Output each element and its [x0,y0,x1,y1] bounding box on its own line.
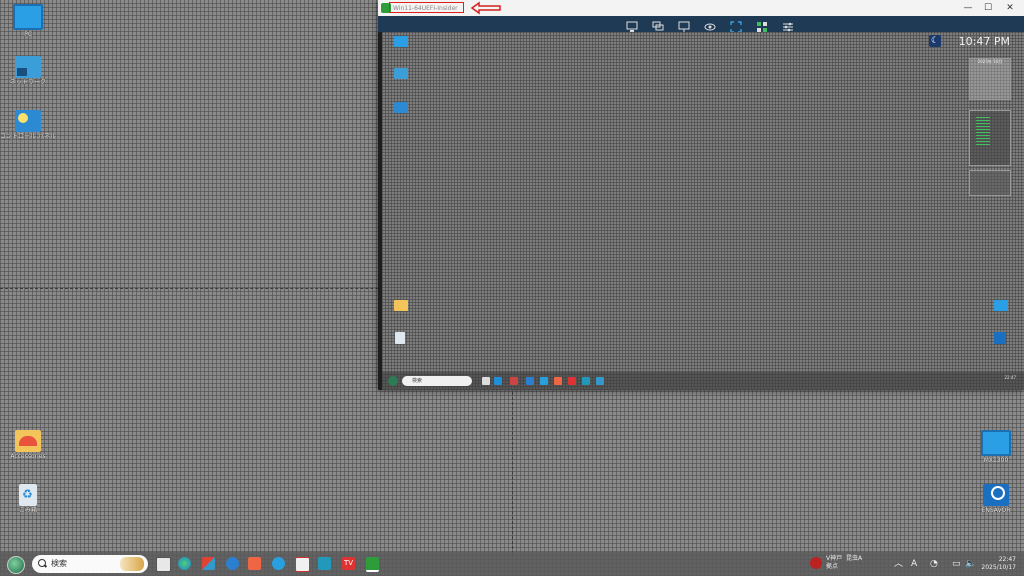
vm-guest-desktop[interactable]: ☾ 10:47 PM 2025年 10月 検索 22:47 [382,32,1024,390]
vm-toolbar [378,16,1024,33]
search-icon [38,559,46,567]
taskbar-clock[interactable]: 22:47 2025/10/17 [981,556,1016,572]
guest-app-icon[interactable] [568,377,576,385]
app-blue-circle-icon[interactable] [226,557,239,570]
guest-app-icon[interactable] [596,377,604,385]
ime-line1: V神戸 [826,555,843,562]
app-cyan-icon[interactable] [272,557,285,570]
guest-taskbar-clock: 22:47 [1004,375,1016,380]
calendar-widget[interactable]: 2025年 10月 [969,58,1011,100]
vm-app-taskbar-icon[interactable] [366,557,379,572]
calendar-title: 2025年 10月 [977,59,1003,64]
fullscreen-icon[interactable] [730,18,742,33]
settings-sliders-icon[interactable] [782,18,794,32]
desktop-icon-accessories[interactable]: Accessories [0,430,56,461]
ime-line2: 拠点 [826,563,839,570]
performance-widget [969,110,1011,166]
app-network-icon[interactable] [318,557,331,570]
app-tv-icon[interactable]: TV [342,557,355,570]
desktop-icon-label: ネットワーク [9,79,46,86]
vm-window-title: Win11-64UEFI-Insider [389,2,464,13]
desktop-icon-network[interactable]: ネットワーク [0,56,56,87]
guest-search-shortcut-icon[interactable] [994,332,1006,344]
desktop-icon-label: ENSAVOR [981,507,1011,514]
guest-network-icon[interactable] [394,68,408,79]
guest-control-panel-icon[interactable] [394,102,408,113]
guest-recycle-bin-icon[interactable] [395,332,405,344]
start-button[interactable] [7,556,25,574]
guest-app-icon[interactable] [540,377,548,385]
search-computer-shortcut-icon [983,484,1009,506]
network-icon [15,56,41,78]
guest-monitor-shortcut-icon[interactable] [994,300,1008,311]
chevron-up-icon[interactable]: ︿ [894,557,903,571]
desktop-icon-label: Accessories [10,453,46,460]
cpu-meter [976,115,990,145]
coherence-icon[interactable] [756,18,768,32]
guest-app-icon[interactable] [582,377,590,385]
folder-icon [15,430,41,452]
guest-edge-icon[interactable] [494,377,502,385]
guest-taskbar-time: 22:47 [1004,375,1016,380]
display-icon[interactable] [678,18,690,32]
monitor-shortcut-icon [981,430,1011,456]
ime-line3: 昆虫A [845,555,863,562]
volume-widget[interactable] [969,170,1011,196]
guest-taskview-icon[interactable] [482,377,490,385]
edge-icon[interactable] [178,557,191,570]
recycle-bin-icon [19,484,37,506]
desktop-icon-label: ごみ箱 [18,507,37,514]
volume-icon[interactable]: 🔈 [965,557,976,571]
control-panel-icon [15,110,41,132]
vm-titlebar[interactable]: Win11-64UEFI-Insider — ☐ ✕ [378,0,1024,16]
desktop-icon-label: コントロール パネル [0,133,56,140]
close-button[interactable]: ✕ [996,0,1024,16]
vm-window[interactable]: Win11-64UEFI-Insider — ☐ ✕ ☾ 10:47 PM 20… [378,0,1024,390]
ime-mode-icon[interactable]: ◔ [930,557,938,571]
guest-app-icon[interactable] [526,377,534,385]
desktop-icon-label: MX1300 [983,457,1009,464]
guest-start-button[interactable] [388,376,398,386]
weather-icon[interactable] [810,557,822,569]
guest-app-icon[interactable] [554,377,562,385]
guest-folder-icon[interactable] [394,300,408,311]
desktop-icon-ensavor[interactable]: ENSAVOR [968,484,1024,515]
display-divider-vertical [512,392,513,554]
task-view-icon[interactable] [156,557,171,572]
search-placeholder: 検索 [51,559,67,568]
search-highlight-icon [120,557,144,571]
moon-icon: ☾ [929,35,941,47]
ime-status[interactable]: V神戸 昆虫A 拠点 [826,555,862,571]
ctrl-alt-del-icon[interactable] [626,18,638,32]
app-multicolor-icon[interactable] [202,557,215,570]
clock-date: 2025/10/17 [981,564,1016,571]
input-indicator[interactable]: A [911,557,917,571]
app-document-icon[interactable] [295,557,310,572]
guest-taskbar: 検索 22:47 [382,372,1024,390]
desktop-icon-mx1300[interactable]: MX1300 [968,430,1024,465]
app-red-icon[interactable] [248,557,261,570]
monitor-icon [13,4,43,30]
guest-search-box[interactable]: 検索 [402,376,472,386]
desktop-icon-pc[interactable]: PC [0,4,56,39]
clock-time: 22:47 [998,556,1016,563]
multi-monitor-icon[interactable] [652,18,664,31]
guest-pc-icon[interactable] [394,36,408,47]
desktop-icon-recycle-bin[interactable]: ごみ箱 [0,484,56,515]
guest-app-icon[interactable] [510,377,518,385]
desktop-icon-label: PC [24,31,32,38]
taskbar-search-box[interactable]: 検索 [32,555,148,573]
eye-icon[interactable] [704,18,716,31]
guest-clock: 10:47 PM [958,35,1010,48]
desktop-icon-control-panel[interactable]: コントロール パネル [0,110,56,141]
arrow-left-icon [470,1,501,15]
taskbar: 検索 TV V神戸 昆虫A 拠点 ︿ A ◔ ▭ 🔈 22:47 2025/10… [0,552,1024,576]
network-tray-icon[interactable]: ▭ [952,557,961,571]
